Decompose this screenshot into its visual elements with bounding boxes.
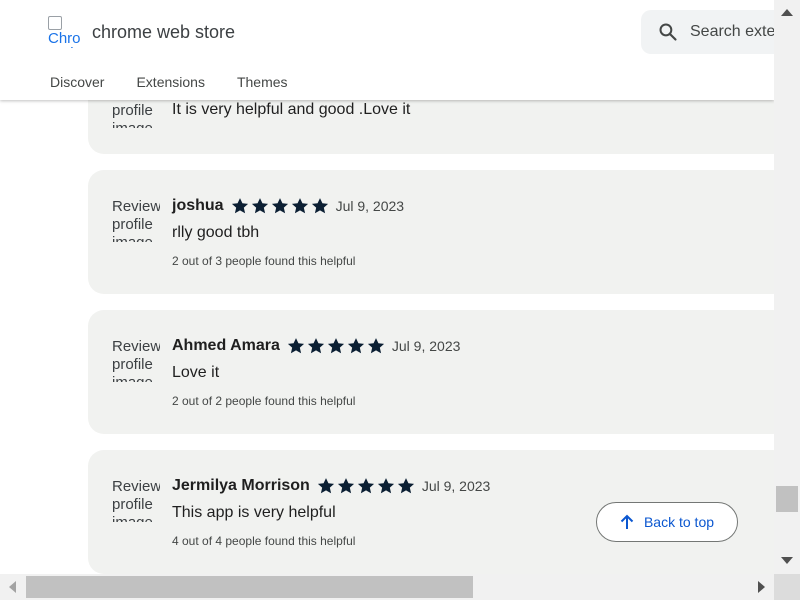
review-card: Reviewer profile image joshua Jul 9, 202… bbox=[88, 170, 774, 294]
review-text: rlly good tbh bbox=[172, 224, 260, 241]
review-text: Love it bbox=[172, 364, 220, 381]
vertical-scrollbar[interactable] bbox=[774, 0, 800, 574]
star-icon bbox=[291, 198, 308, 214]
horizontal-scrollbar[interactable] bbox=[0, 574, 774, 600]
star-icon bbox=[357, 478, 374, 494]
nav-extensions[interactable]: Extensions bbox=[136, 74, 204, 90]
vertical-scroll-thumb[interactable] bbox=[776, 486, 798, 512]
scrollbar-corner bbox=[774, 574, 800, 600]
review-text: It is very helpful and good .Love it bbox=[172, 101, 411, 118]
reviewer-name: Ahmed Amara bbox=[172, 337, 280, 354]
back-to-top-label: Back to top bbox=[643, 514, 715, 530]
scroll-right-arrow-icon[interactable] bbox=[758, 581, 765, 593]
arrow-up-icon bbox=[620, 514, 634, 529]
star-icon bbox=[317, 478, 334, 494]
star-icon bbox=[231, 198, 248, 214]
horizontal-scroll-thumb[interactable] bbox=[26, 576, 473, 598]
star-icon bbox=[271, 198, 288, 214]
star-icon bbox=[367, 338, 384, 354]
back-to-top-button[interactable]: Back to top bbox=[596, 502, 738, 542]
reviewer-avatar: Reviewer profile image bbox=[112, 338, 160, 382]
helpful-count: 2 out of 3 people found this helpful bbox=[172, 254, 356, 268]
reviewer-name: Jermilya Morrison bbox=[172, 477, 310, 494]
review-header: Jermilya Morrison Jul 9, 2023 bbox=[172, 476, 490, 496]
search-icon bbox=[659, 23, 677, 41]
star-icon bbox=[397, 478, 414, 494]
scroll-down-arrow-icon[interactable] bbox=[781, 557, 793, 564]
review-header: Ahmed Amara Jul 9, 2023 bbox=[172, 336, 460, 356]
nav-themes[interactable]: Themes bbox=[237, 74, 288, 90]
star-icon bbox=[307, 338, 324, 354]
broken-image-icon bbox=[48, 16, 62, 30]
star-rating bbox=[230, 196, 330, 216]
scroll-up-arrow-icon[interactable] bbox=[781, 9, 793, 16]
star-icon bbox=[347, 338, 364, 354]
star-icon bbox=[377, 478, 394, 494]
helpful-count: 2 out of 2 people found this helpful bbox=[172, 394, 356, 408]
brand-title[interactable]: chrome web store bbox=[92, 22, 235, 43]
logo-alt-text: Chrome Web Store bbox=[48, 30, 80, 48]
star-icon bbox=[311, 198, 328, 214]
review-date: Jul 9, 2023 bbox=[335, 198, 405, 214]
nav-discover[interactable]: Discover bbox=[50, 74, 104, 90]
review-date: Jul 9, 2023 bbox=[421, 478, 491, 494]
scroll-left-arrow-icon[interactable] bbox=[9, 581, 16, 593]
star-icon bbox=[337, 478, 354, 494]
site-header: Chrome Web Store chrome web store Discov… bbox=[0, 0, 800, 100]
star-icon bbox=[327, 338, 344, 354]
star-icon bbox=[251, 198, 268, 214]
star-icon bbox=[287, 338, 304, 354]
star-rating bbox=[286, 336, 386, 356]
top-nav: Discover Extensions Themes bbox=[50, 74, 320, 90]
review-card: Reviewer profile image Ahmed Amara Jul 9… bbox=[88, 310, 774, 434]
review-text: This app is very helpful bbox=[172, 504, 336, 521]
chrome-web-store-logo[interactable]: Chrome Web Store bbox=[48, 16, 80, 48]
star-rating bbox=[316, 476, 416, 496]
reviewer-name: joshua bbox=[172, 197, 224, 214]
reviewer-avatar: Reviewer profile image bbox=[112, 478, 160, 522]
review-date: Jul 9, 2023 bbox=[391, 338, 461, 354]
reviewer-avatar: Reviewer profile image bbox=[112, 198, 160, 242]
review-header: joshua Jul 9, 2023 bbox=[172, 196, 404, 216]
helpful-count: 4 out of 4 people found this helpful bbox=[172, 534, 356, 548]
